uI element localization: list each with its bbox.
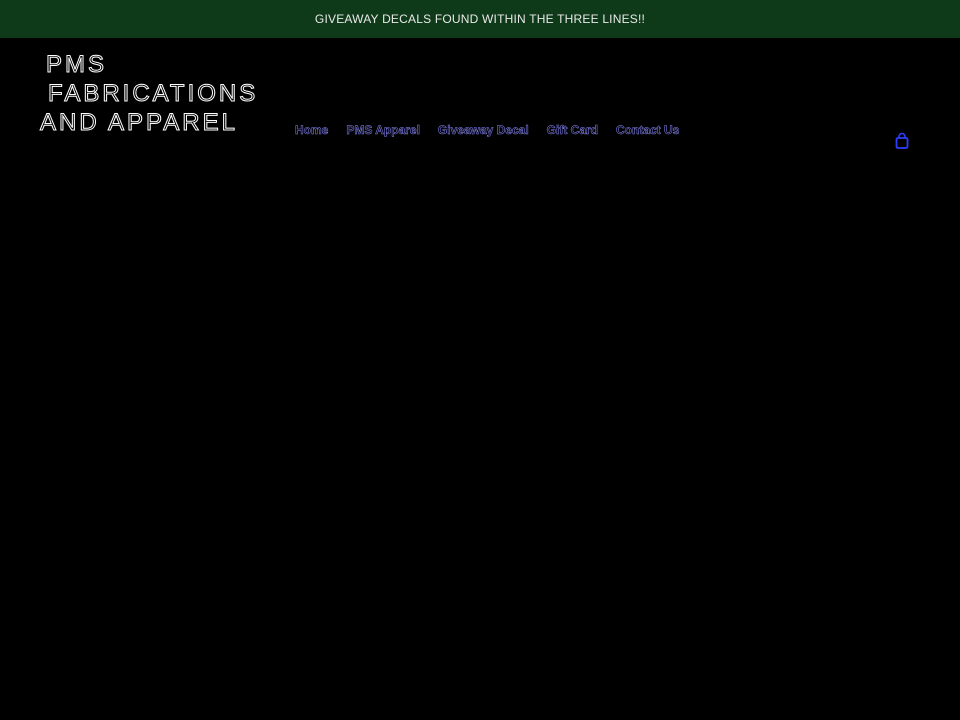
main-nav: Home PMS Apparel Giveaway Decal Gift Car… bbox=[295, 123, 697, 138]
logo-line-1: PMS bbox=[46, 51, 108, 79]
site-header: PMS FABRICATIONS AND APPAREL Home PMS Ap… bbox=[0, 38, 960, 149]
logo-line-2: FABRICATIONS bbox=[48, 80, 259, 108]
announcement-bar: GIVEAWAY DECALS FOUND WITHIN THE THREE L… bbox=[0, 0, 960, 38]
nav-link-gift-card[interactable]: Gift Card bbox=[546, 123, 598, 138]
nav-link-home[interactable]: Home bbox=[295, 123, 329, 138]
cart-button[interactable] bbox=[893, 132, 911, 150]
announcement-text: GIVEAWAY DECALS FOUND WITHIN THE THREE L… bbox=[314, 12, 646, 26]
cart-bag-icon bbox=[895, 132, 909, 149]
nav-link-contact-us[interactable]: Contact Us bbox=[616, 123, 680, 138]
nav-link-giveaway-decal[interactable]: Giveaway Decal bbox=[438, 123, 529, 138]
logo-line-3: AND APPAREL bbox=[40, 109, 238, 137]
site-logo[interactable]: PMS FABRICATIONS AND APPAREL bbox=[40, 50, 270, 137]
nav-link-pms-apparel[interactable]: PMS Apparel bbox=[346, 123, 420, 138]
